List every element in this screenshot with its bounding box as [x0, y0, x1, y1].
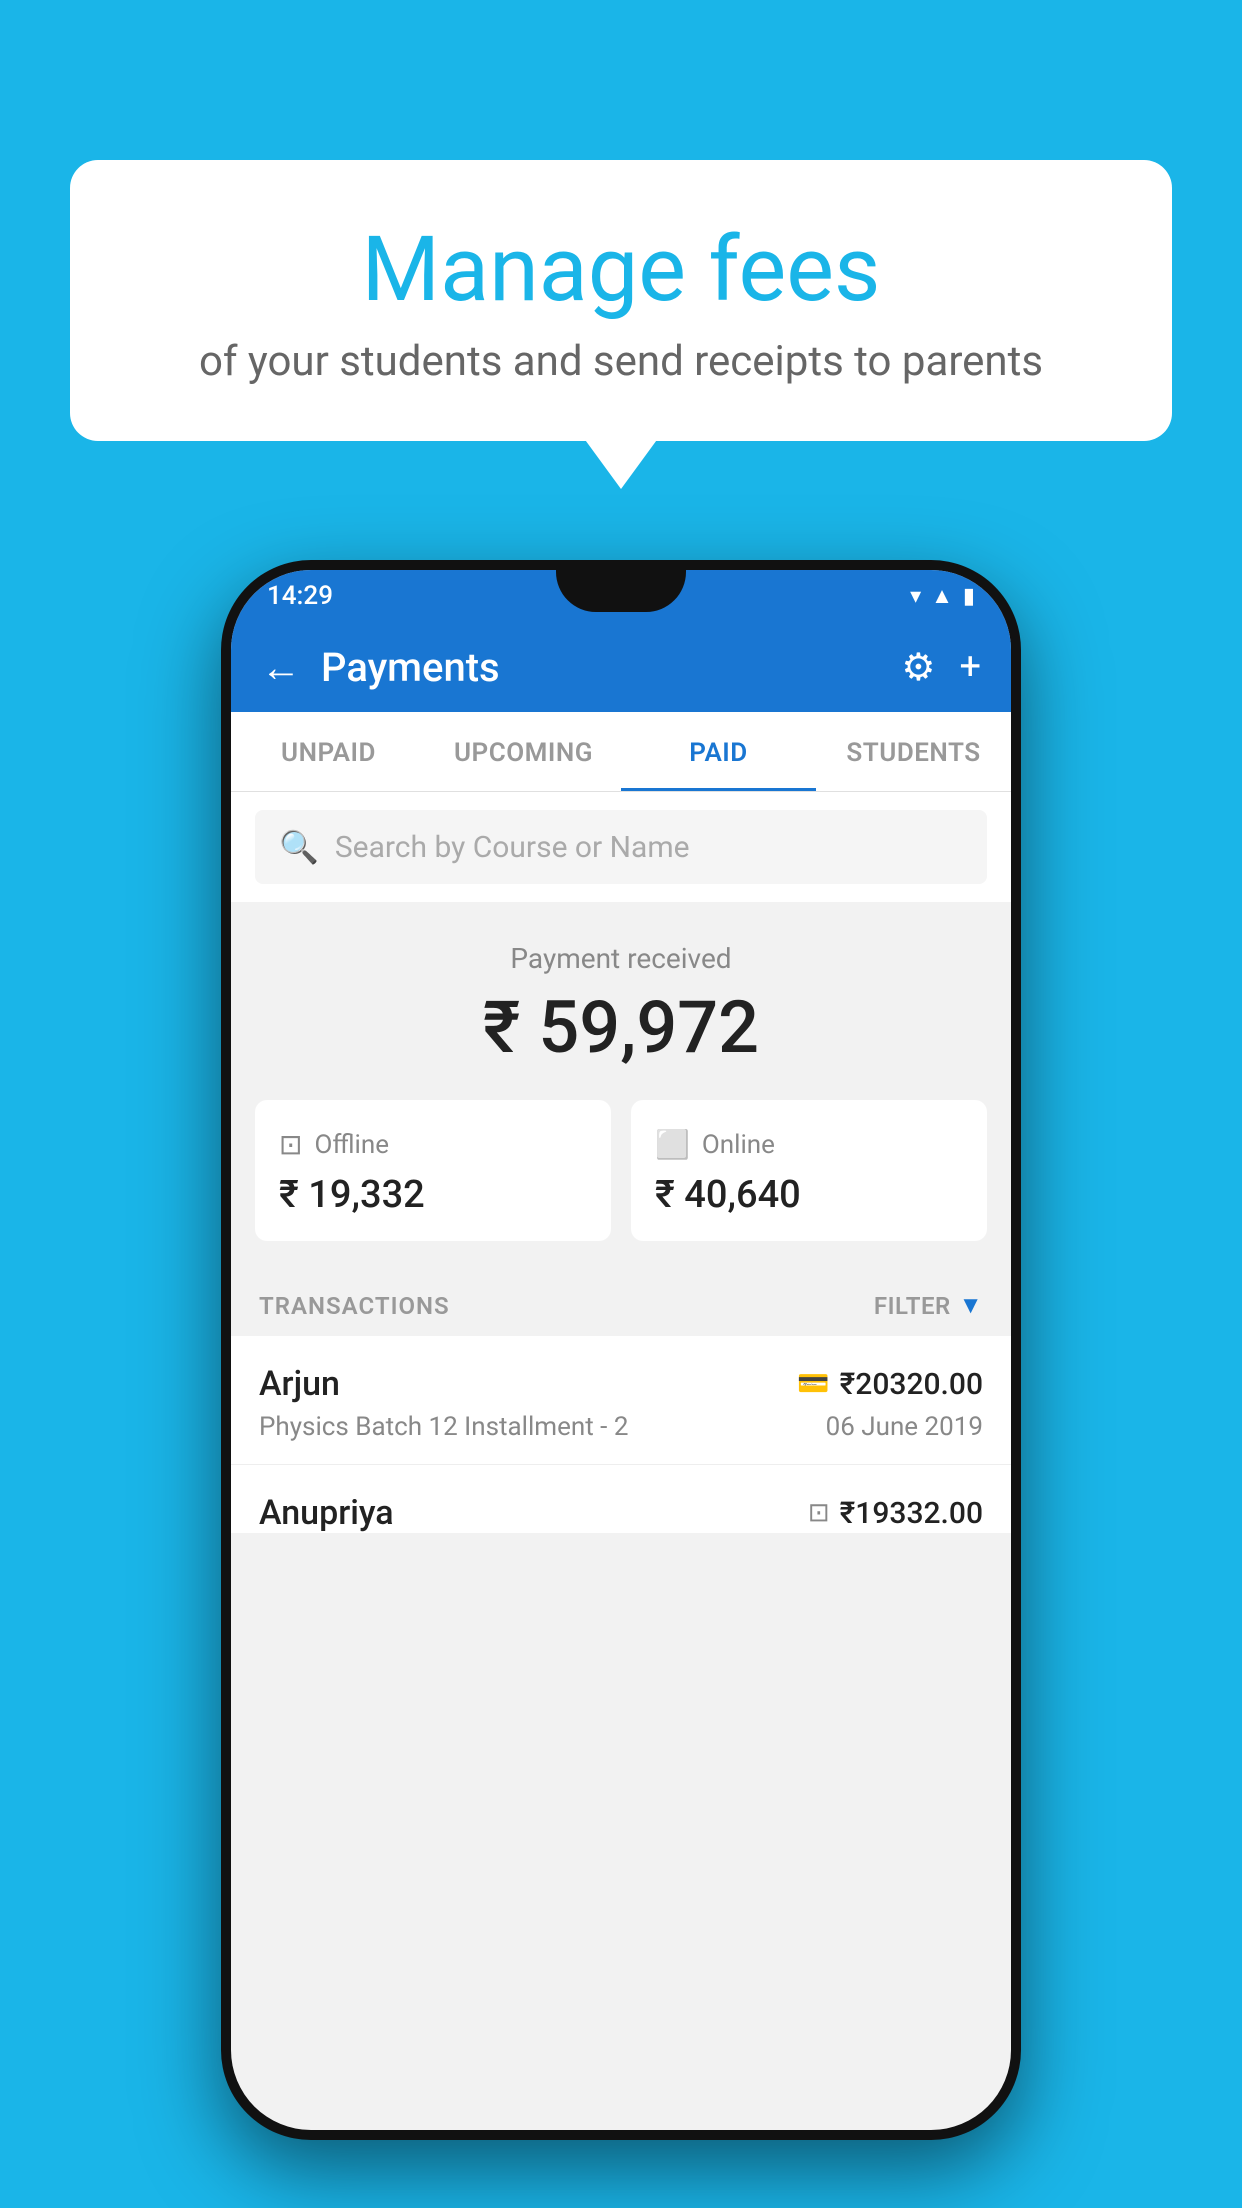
- payment-received-label: Payment received: [231, 942, 1011, 975]
- wifi-icon: ▾: [910, 584, 921, 609]
- search-box[interactable]: 🔍 Search by Course or Name: [255, 810, 987, 884]
- payment-received-section: Payment received ₹ 59,972: [231, 902, 1011, 1100]
- tabs-bar: UNPAID UPCOMING PAID STUDENTS: [231, 712, 1011, 792]
- search-container: 🔍 Search by Course or Name: [231, 792, 1011, 902]
- filter-button[interactable]: FILTER ▼: [874, 1291, 983, 1320]
- transaction-list: Arjun 💳 ₹20320.00 Physics Batch 12 Insta…: [231, 1336, 1011, 1533]
- transaction-amount: ⊡ ₹19332.00: [808, 1496, 983, 1531]
- transaction-amount: 💳 ₹20320.00: [797, 1367, 983, 1402]
- amount-value: ₹20320.00: [840, 1367, 983, 1402]
- phone-screen: 14:29 ▾ ▲ ▮ ← Payments ⚙ + UNPAID UPCOMI…: [231, 570, 1011, 2130]
- payment-cards-row: ⊡ Offline ₹ 19,332 ⬜ Online ₹ 40,640: [255, 1100, 987, 1241]
- status-icons: ▾ ▲ ▮: [910, 583, 975, 609]
- search-placeholder-text: Search by Course or Name: [335, 830, 690, 865]
- phone-frame: 14:29 ▾ ▲ ▮ ← Payments ⚙ + UNPAID UPCOMI…: [221, 560, 1021, 2140]
- tab-students[interactable]: STUDENTS: [816, 712, 1011, 791]
- signal-icon: ▲: [931, 583, 953, 609]
- online-card: ⬜ Online ₹ 40,640: [631, 1100, 987, 1241]
- back-button[interactable]: ←: [261, 644, 301, 691]
- amount-value: ₹19332.00: [840, 1496, 983, 1531]
- app-bar: ← Payments ⚙ +: [231, 622, 1011, 712]
- speech-bubble: Manage fees of your students and send re…: [70, 160, 1172, 441]
- offline-amount: ₹ 19,332: [279, 1173, 587, 1217]
- filter-icon: ▼: [959, 1291, 983, 1320]
- course-info: Physics Batch 12 Installment - 2: [259, 1412, 628, 1442]
- speech-bubble-subtext: of your students and send receipts to pa…: [130, 337, 1112, 386]
- payment-type-icon: 💳: [797, 1369, 829, 1399]
- tab-paid[interactable]: PAID: [621, 712, 816, 791]
- gear-icon[interactable]: ⚙: [901, 645, 935, 690]
- online-icon: ⬜: [655, 1128, 690, 1161]
- app-bar-actions: ⚙ +: [901, 645, 981, 690]
- app-title: Payments: [321, 644, 901, 691]
- transaction-date: 06 June 2019: [826, 1412, 983, 1442]
- status-time: 14:29: [267, 581, 333, 611]
- battery-icon: ▮: [963, 584, 975, 609]
- online-label: Online: [702, 1130, 775, 1160]
- plus-icon[interactable]: +: [959, 645, 981, 689]
- transactions-label: TRANSACTIONS: [259, 1292, 450, 1320]
- offline-card: ⊡ Offline ₹ 19,332: [255, 1100, 611, 1241]
- notch: [556, 570, 686, 612]
- offline-card-header: ⊡ Offline: [279, 1128, 587, 1161]
- transaction-row1: Arjun 💳 ₹20320.00: [259, 1364, 983, 1404]
- offline-icon: ⊡: [279, 1128, 302, 1161]
- tab-unpaid[interactable]: UNPAID: [231, 712, 426, 791]
- payment-received-amount: ₹ 59,972: [231, 985, 1011, 1070]
- table-row[interactable]: Arjun 💳 ₹20320.00 Physics Batch 12 Insta…: [231, 1336, 1011, 1465]
- tab-upcoming[interactable]: UPCOMING: [426, 712, 621, 791]
- student-name: Arjun: [259, 1364, 340, 1404]
- speech-bubble-heading: Manage fees: [130, 220, 1112, 319]
- payment-type-icon: ⊡: [808, 1498, 830, 1528]
- online-amount: ₹ 40,640: [655, 1173, 963, 1217]
- transactions-header: TRANSACTIONS FILTER ▼: [231, 1271, 1011, 1336]
- student-name: Anupriya: [259, 1493, 394, 1533]
- status-bar: 14:29 ▾ ▲ ▮: [231, 570, 1011, 622]
- filter-label: FILTER: [874, 1292, 951, 1320]
- table-row[interactable]: Anupriya ⊡ ₹19332.00: [231, 1465, 1011, 1533]
- transaction-row2: Physics Batch 12 Installment - 2 06 June…: [259, 1412, 983, 1442]
- transaction-row1: Anupriya ⊡ ₹19332.00: [259, 1493, 983, 1533]
- online-card-header: ⬜ Online: [655, 1128, 963, 1161]
- content-area: 🔍 Search by Course or Name Payment recei…: [231, 792, 1011, 1533]
- offline-label: Offline: [314, 1130, 389, 1160]
- search-icon: 🔍: [279, 828, 319, 866]
